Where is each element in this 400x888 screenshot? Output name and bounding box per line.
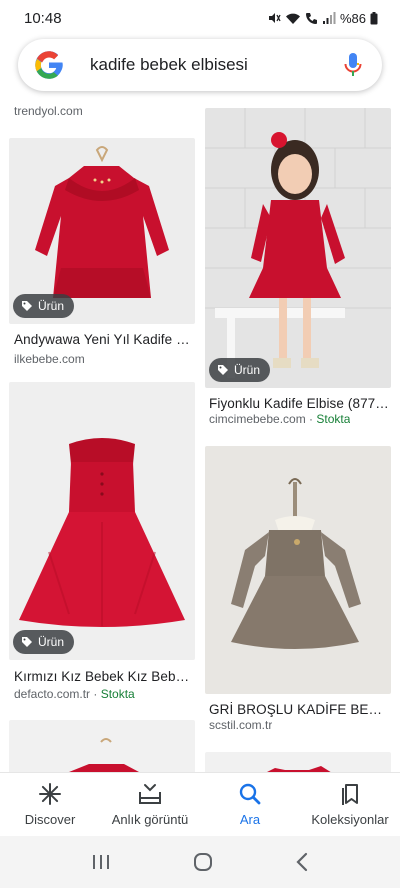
system-navigation-bar — [0, 836, 400, 888]
signal-icon — [322, 11, 336, 24]
result-image-1[interactable]: Ürün — [9, 138, 195, 324]
status-icons: %86 — [267, 11, 378, 26]
mic-icon[interactable] — [342, 52, 364, 78]
nav-snapshot[interactable]: Anlık görüntü — [100, 773, 200, 836]
status-bar: 10:48 %86 — [0, 0, 400, 36]
result-source-4[interactable]: scstil.com.tr — [209, 718, 272, 732]
result-image-2[interactable]: Ürün — [205, 108, 391, 388]
status-time: 10:48 — [24, 9, 62, 27]
google-logo-icon — [35, 51, 63, 79]
tag-icon — [22, 637, 32, 647]
search-icon — [239, 783, 261, 805]
result-source-2[interactable]: cimcimebebe.com · Stokta — [209, 412, 350, 426]
nav-search[interactable]: Ara — [200, 773, 300, 836]
result-image-6[interactable] — [205, 752, 391, 772]
result-image-4[interactable] — [205, 446, 391, 694]
tag-icon — [218, 365, 228, 375]
wifi-icon — [285, 13, 300, 24]
result-source-3[interactable]: defacto.com.tr · Stokta — [14, 687, 135, 701]
result-image-5[interactable] — [9, 720, 195, 772]
nav-collections[interactable]: Koleksiyonlar — [300, 773, 400, 836]
product-badge: Ürün — [209, 358, 271, 382]
search-input[interactable]: kadife bebek elbisesi — [90, 55, 342, 75]
asterisk-icon — [39, 783, 61, 805]
mute-icon — [268, 13, 281, 23]
bottom-navigation: Discover Anlık görüntü Ara Koleksiyonlar — [0, 772, 400, 836]
battery-icon — [370, 11, 378, 24]
nav-discover[interactable]: Discover — [0, 773, 100, 836]
back-icon[interactable] — [295, 852, 309, 872]
result-title-2[interactable]: Fiyonklu Kadife Elbise (87791... — [209, 396, 389, 411]
image-results-grid[interactable]: trendyol.com Ürün Andywawa Yeni Yıl Kadi… — [0, 100, 400, 772]
product-badge: Ürün — [13, 294, 75, 318]
result-image-3[interactable]: Ürün — [9, 382, 195, 660]
collections-icon — [342, 784, 358, 805]
search-bar[interactable]: kadife bebek elbisesi — [18, 39, 382, 91]
battery-percent: %86 — [339, 10, 366, 26]
tag-icon — [22, 301, 32, 311]
result-title-3[interactable]: Kırmızı Kız Bebek Kız Bebek ... — [14, 669, 190, 684]
product-badge: Ürün — [13, 630, 75, 654]
result-source-1[interactable]: ilkebebe.com — [14, 352, 85, 366]
result-title-1[interactable]: Andywawa Yeni Yıl Kadife Be... — [14, 332, 190, 347]
snapshot-icon — [139, 784, 161, 804]
top-source[interactable]: trendyol.com — [14, 104, 83, 118]
call-icon — [305, 12, 317, 24]
recent-apps-icon[interactable] — [91, 853, 111, 871]
home-icon[interactable] — [193, 852, 213, 872]
result-title-4[interactable]: GRİ BROŞLU KADİFE BEBEK E... — [209, 702, 389, 717]
